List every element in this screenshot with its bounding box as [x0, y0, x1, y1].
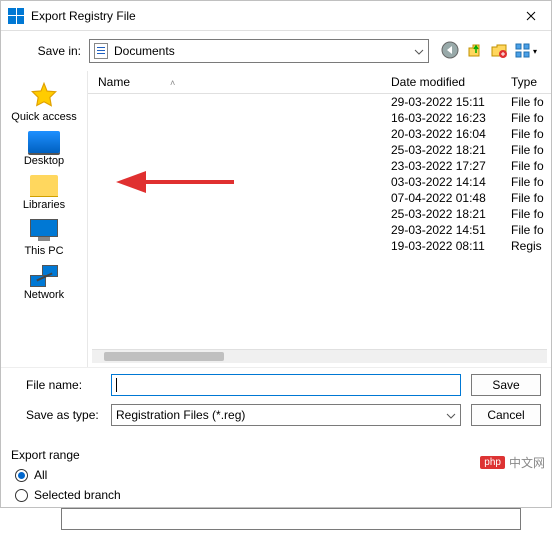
filename-label: File name:: [11, 378, 101, 392]
table-row[interactable]: 29-03-2022 14:51File fo: [88, 222, 551, 238]
save-button[interactable]: Save: [471, 374, 541, 396]
list-header: Name˄ Date modified Type: [88, 71, 551, 94]
close-button[interactable]: [511, 1, 551, 31]
places-this-pc[interactable]: This PC: [1, 217, 87, 259]
radio-icon: [15, 489, 28, 502]
places-desktop[interactable]: Desktop: [1, 129, 87, 169]
chevron-down-icon: [414, 44, 424, 58]
horizontal-scrollbar[interactable]: [92, 349, 547, 363]
branch-path-input[interactable]: [61, 508, 521, 530]
libraries-icon: [30, 175, 58, 197]
table-row[interactable]: 25-03-2022 18:21File fo: [88, 142, 551, 158]
network-icon: [30, 265, 58, 287]
titlebar: Export Registry File: [1, 1, 551, 31]
table-row[interactable]: 25-03-2022 18:21File fo: [88, 206, 551, 222]
back-button[interactable]: [441, 41, 459, 62]
table-row[interactable]: 16-03-2022 16:23File fo: [88, 110, 551, 126]
save-in-row: Save in: Documents ▾: [1, 31, 551, 71]
radio-icon: [15, 469, 28, 482]
save-in-value: Documents: [114, 44, 175, 58]
main-area: Quick access Desktop Libraries This PC N…: [1, 71, 551, 367]
filename-input[interactable]: [111, 374, 461, 396]
monitor-icon: [30, 219, 58, 237]
column-date[interactable]: Date modified: [391, 75, 511, 89]
save-in-select[interactable]: Documents: [89, 39, 429, 63]
bottom-form: File name: Save Save as type: Registrati…: [1, 367, 551, 440]
save-in-label: Save in:: [11, 44, 81, 58]
close-icon: [526, 11, 536, 21]
places-network[interactable]: Network: [1, 263, 87, 303]
app-icon: [8, 8, 24, 24]
window-title: Export Registry File: [31, 9, 511, 23]
table-row[interactable]: 20-03-2022 16:04File fo: [88, 126, 551, 142]
column-type[interactable]: Type: [511, 75, 551, 89]
view-menu-button[interactable]: ▾: [515, 43, 537, 59]
desktop-icon: [28, 131, 60, 153]
documents-icon: [94, 43, 108, 59]
file-list: Name˄ Date modified Type 29-03-2022 15:1…: [87, 71, 551, 367]
places-libraries[interactable]: Libraries: [1, 173, 87, 213]
up-one-level-button[interactable]: [467, 42, 483, 61]
export-range-group: Export range All Selected branch: [1, 440, 551, 538]
chevron-down-icon: [446, 408, 456, 422]
places-quick-access[interactable]: Quick access: [1, 79, 87, 125]
radio-all[interactable]: All: [11, 468, 541, 482]
places-bar: Quick access Desktop Libraries This PC N…: [1, 71, 87, 367]
column-name[interactable]: Name˄: [88, 75, 391, 89]
new-folder-button[interactable]: [491, 42, 507, 61]
savetype-select[interactable]: Registration Files (*.reg): [111, 404, 461, 426]
list-body[interactable]: 29-03-2022 15:11File fo16-03-2022 16:23F…: [88, 94, 551, 349]
annotation-arrow-icon: [116, 169, 236, 195]
table-row[interactable]: 29-03-2022 15:11File fo: [88, 94, 551, 110]
export-range-title: Export range: [11, 448, 541, 462]
radio-selected-branch[interactable]: Selected branch: [11, 488, 541, 502]
cancel-button[interactable]: Cancel: [471, 404, 541, 426]
sort-indicator-icon: ˄: [170, 78, 175, 88]
table-row[interactable]: 19-03-2022 08:11Regis: [88, 238, 551, 254]
chevron-down-icon: ▾: [533, 47, 537, 56]
savetype-label: Save as type:: [11, 408, 101, 422]
star-icon: [30, 81, 58, 109]
toolbar-icons: ▾: [437, 41, 541, 62]
watermark: php 中文网: [480, 454, 545, 471]
